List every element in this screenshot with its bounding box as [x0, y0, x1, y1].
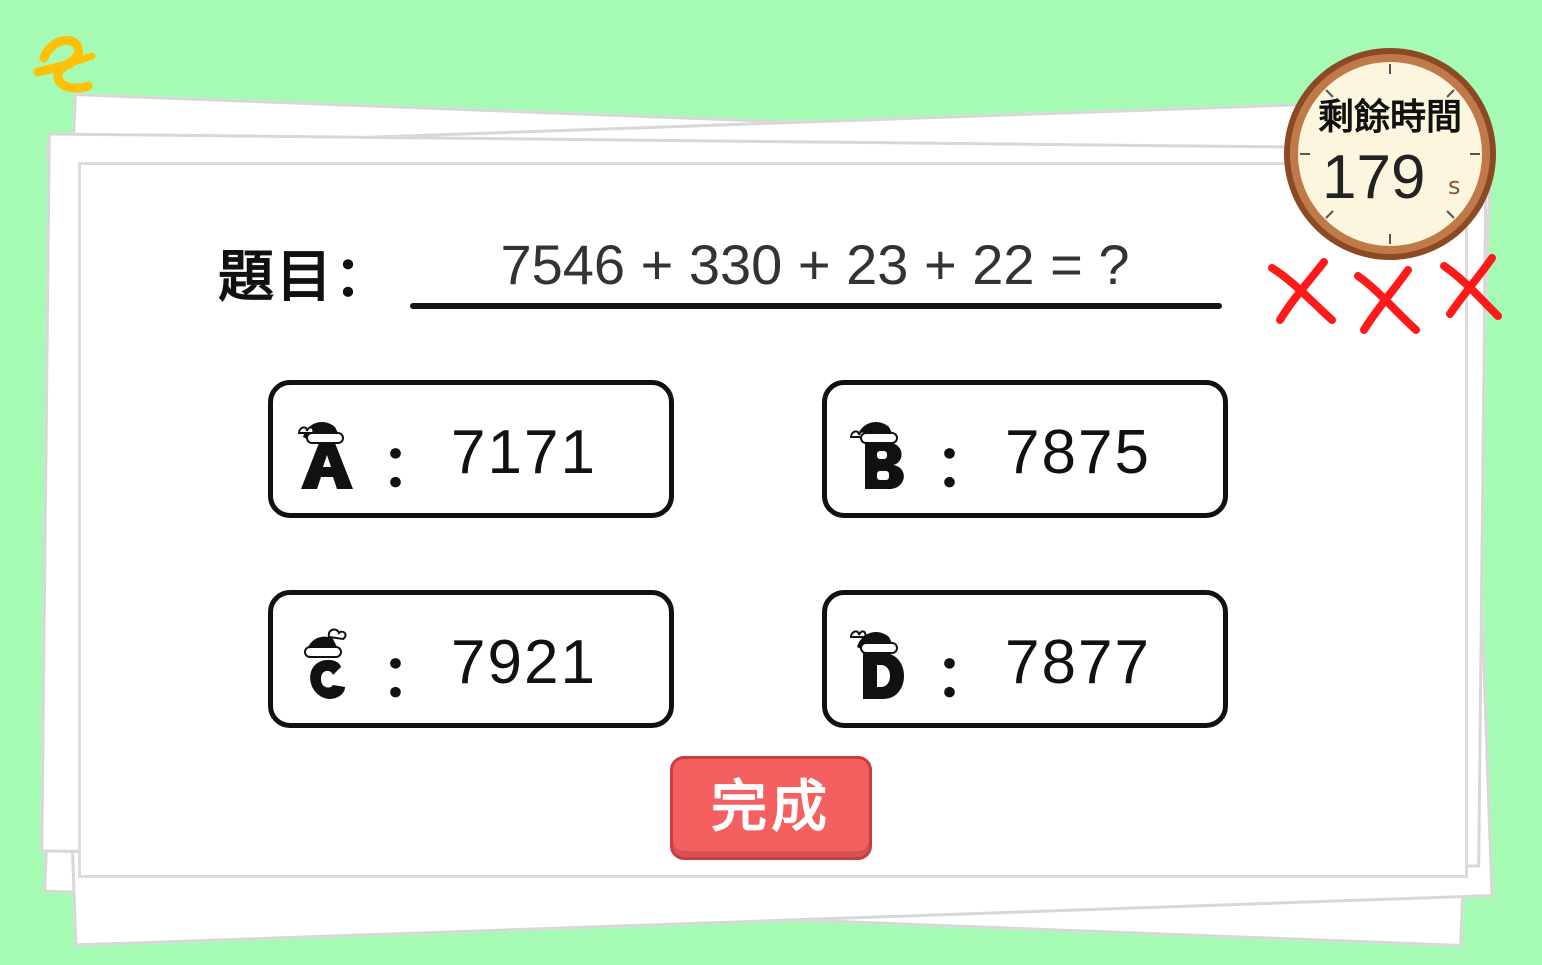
- question-underline: [410, 303, 1222, 309]
- countdown-timer: 剩餘時間 179 s: [1280, 44, 1500, 264]
- letter-d-santa-hat-icon: [849, 630, 904, 699]
- option-separator: ：: [935, 432, 994, 500]
- timer-title: 剩餘時間: [1317, 97, 1462, 138]
- option-b-button[interactable]: ： 7875: [822, 380, 1228, 518]
- x-mark-icon: [1268, 258, 1336, 324]
- question-label: 題目：: [218, 245, 392, 310]
- question-expression: 7546 + 330 + 23 + 22 = ?: [500, 233, 1130, 296]
- option-a-value: 7171: [451, 418, 597, 487]
- done-button[interactable]: 完成: [670, 756, 872, 860]
- letter-b-santa-hat-icon: [849, 422, 904, 489]
- logo-icon: [33, 35, 96, 93]
- game-stage: 題目： 7546 + 330 + 23 + 22 = ? ： 7171 ： 78…: [0, 0, 1542, 965]
- option-separator: ：: [381, 642, 440, 710]
- option-b-value: 7875: [1005, 418, 1151, 487]
- option-c-value: 7921: [451, 628, 597, 697]
- timer-unit: s: [1448, 172, 1461, 200]
- option-c-button[interactable]: ： 7921: [268, 590, 674, 728]
- letter-a-santa-hat-icon: [297, 422, 353, 489]
- option-separator: ：: [935, 642, 994, 710]
- option-separator: ：: [381, 432, 440, 500]
- timer-seconds: 179: [1322, 143, 1426, 212]
- x-mark-icon: [1440, 254, 1502, 320]
- option-d-value: 7877: [1005, 628, 1151, 697]
- lives-indicator: [1268, 254, 1502, 334]
- letter-c-santa-hat-icon: [304, 628, 347, 699]
- x-mark-icon: [1354, 266, 1420, 334]
- option-a-button[interactable]: ： 7171: [268, 380, 674, 518]
- option-d-button[interactable]: ： 7877: [822, 590, 1228, 728]
